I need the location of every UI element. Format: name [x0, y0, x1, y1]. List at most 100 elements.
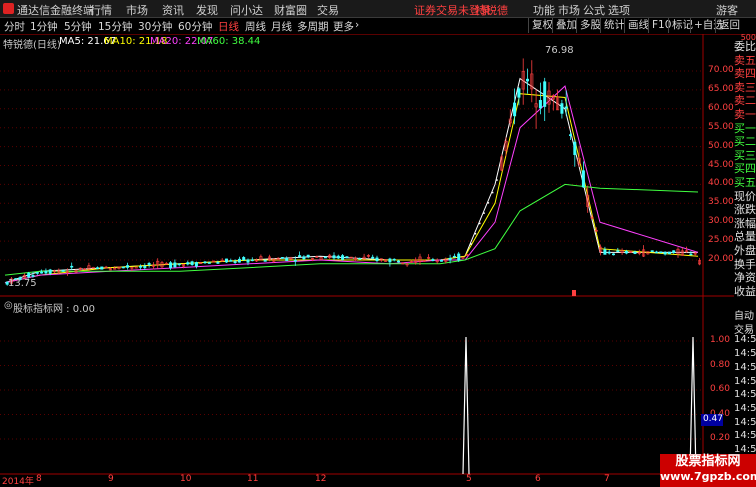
candle-body	[624, 250, 628, 254]
candle-body	[40, 271, 44, 274]
candle-body	[263, 260, 267, 262]
period-1min[interactable]: 1分钟	[30, 19, 58, 34]
candle-body	[190, 261, 194, 265]
candle-body	[358, 258, 362, 260]
period-30min[interactable]: 30分钟	[138, 19, 172, 34]
menu-shichang[interactable]: 市场	[126, 2, 148, 18]
tool-back[interactable]: 返回	[715, 18, 743, 33]
kline-chart[interactable]	[0, 34, 734, 487]
menu-caifuquan[interactable]: 财富圈	[274, 2, 307, 18]
user-guest[interactable]: 游客	[716, 2, 738, 18]
candle-body	[27, 272, 31, 278]
candle-body	[452, 255, 456, 258]
candle-body	[581, 170, 585, 188]
x-label-6: 6	[535, 474, 541, 484]
candle-body	[517, 88, 521, 98]
y-tick-main: 30.00	[708, 216, 734, 227]
period-monthly[interactable]: 月线	[271, 19, 292, 34]
candle-body	[650, 250, 654, 252]
candle-body	[35, 272, 39, 274]
candle-body	[573, 141, 577, 155]
menu-faxian[interactable]: 发现	[196, 2, 218, 18]
y-tick-main: 25.00	[708, 235, 734, 246]
side-lower-item: 14:56	[734, 348, 756, 360]
candle-body	[388, 258, 392, 263]
high-price-label: 76.98	[545, 45, 574, 56]
candle-body	[126, 265, 130, 268]
menu-xuanxiang[interactable]: 选项	[608, 2, 630, 18]
candle-body	[323, 256, 327, 259]
side-lower-item: 14:56	[734, 430, 756, 442]
period-5min[interactable]: 5分钟	[64, 19, 92, 34]
menu-zixun[interactable]: 资讯	[162, 2, 184, 18]
y-tick-main: 50.00	[708, 140, 734, 151]
candle-body	[31, 275, 35, 277]
candle-body	[186, 262, 190, 265]
y-tick-main: 65.00	[708, 83, 734, 94]
stock-link[interactable]: 特锐德	[475, 2, 508, 18]
period-daily[interactable]: 日线	[218, 19, 239, 34]
candle-body	[306, 254, 310, 257]
period-weekly[interactable]: 周线	[245, 19, 266, 34]
candle-body	[392, 258, 396, 261]
chart-title: 特锐德(日线)	[3, 40, 61, 51]
candle-body	[203, 261, 207, 264]
side-item[interactable]: 收益	[734, 283, 756, 299]
candle-body	[525, 78, 529, 82]
side-lower-item: 14:56	[734, 361, 756, 373]
period-fenshi[interactable]: 分时	[4, 19, 25, 34]
indicator-spike	[462, 336, 470, 475]
x-label-12: 12	[315, 474, 327, 484]
candle-body	[96, 267, 100, 269]
menu-wenxiaoda[interactable]: 问小达	[230, 2, 263, 18]
candle-body	[285, 257, 289, 261]
candle-body	[375, 257, 379, 262]
candle-body	[61, 270, 65, 272]
sub-chart-icon[interactable]: ◎	[4, 300, 13, 311]
y-tick-main: 20.00	[708, 254, 734, 264]
y-tick-main: 55.00	[708, 121, 734, 132]
more-arrow-icon[interactable]: ›	[355, 19, 359, 31]
menu-hangqing[interactable]: 行情	[90, 2, 112, 18]
candle-body	[48, 269, 52, 274]
candle-body	[225, 258, 229, 263]
candle-body	[457, 253, 461, 261]
period-15min[interactable]: 15分钟	[98, 19, 132, 34]
candle-body	[431, 259, 435, 261]
period-multi[interactable]: 多周期	[297, 19, 329, 34]
menu-jiaoyi[interactable]: 交易	[317, 2, 339, 18]
low-price-label: 13.75	[8, 278, 37, 289]
price-dot	[491, 191, 494, 194]
y-tick-main: 45.00	[708, 159, 734, 170]
candle-body	[543, 81, 547, 107]
menu-gongshi[interactable]: 公式	[583, 2, 605, 18]
site-watermark: 股票指标网 www.7gpzb.com	[660, 454, 756, 487]
y-tick-main: 35.00	[708, 197, 734, 208]
candle-body	[242, 257, 246, 260]
candle-body	[371, 256, 375, 259]
y-tick-main: 40.00	[708, 178, 734, 189]
x-label-11: 11	[247, 474, 259, 484]
price-dot	[483, 212, 485, 214]
side-lower-item: 14:56	[734, 375, 756, 387]
period-60min[interactable]: 60分钟	[178, 19, 212, 34]
candle-body	[293, 259, 297, 262]
candle-body	[143, 265, 147, 269]
x-label-5: 5	[466, 474, 472, 484]
candle-body	[607, 251, 611, 254]
side-lower-item: 14:56	[734, 416, 756, 428]
candle-body	[177, 263, 181, 266]
candle-body	[169, 262, 173, 269]
candle-body	[538, 99, 542, 109]
cursor-value-badge: 0.47	[701, 414, 723, 426]
candle-body	[237, 258, 241, 263]
menu-gongneng[interactable]: 功能	[533, 2, 555, 18]
side-lower-item: 14:56	[734, 334, 756, 346]
menu-shichang-right[interactable]: 市场	[558, 2, 580, 18]
candle-body	[439, 260, 443, 262]
price-dot	[474, 232, 477, 235]
candle-body	[667, 251, 671, 255]
candle-body	[672, 250, 676, 253]
watermark-line2: www.7gpzb.com	[660, 470, 756, 483]
period-more[interactable]: 更多	[333, 19, 354, 34]
